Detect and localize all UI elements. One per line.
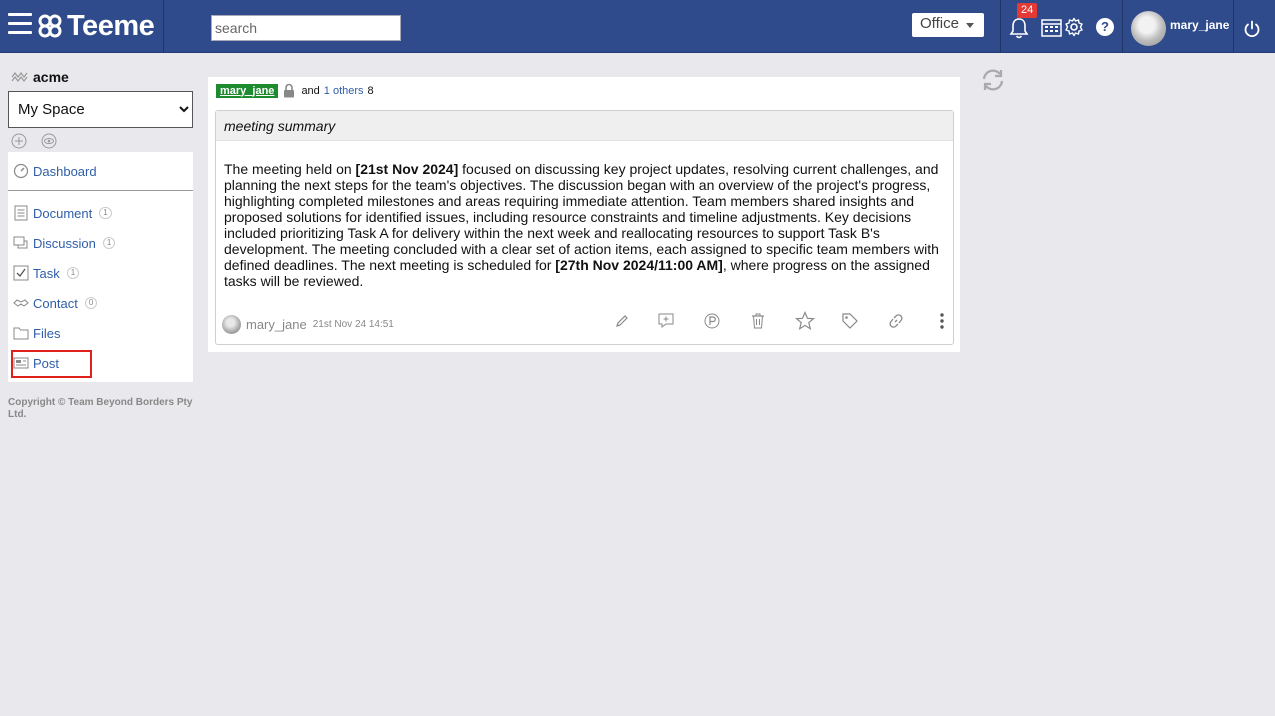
divider — [1000, 0, 1001, 53]
calendar-icon[interactable] — [1041, 17, 1062, 37]
star-icon[interactable] — [794, 309, 816, 333]
org-header: acme — [11, 69, 69, 85]
refresh-icon[interactable] — [980, 68, 1006, 92]
count-badge: 1 — [66, 267, 80, 279]
top-navbar: Teeme Office 24 ? mary_jane — [0, 0, 1275, 53]
user-tag[interactable]: mary_jane — [216, 83, 279, 98]
sidebar-item-dashboard[interactable]: Dashboard — [13, 163, 97, 179]
app-name: Teeme — [67, 9, 155, 42]
share-count: 8 — [367, 84, 374, 97]
add-space-icon[interactable] — [11, 133, 27, 154]
divider — [1233, 0, 1234, 53]
app-logo[interactable]: Teeme — [37, 8, 155, 44]
org-name: acme — [33, 69, 69, 85]
link-icon[interactable] — [885, 309, 907, 333]
others-link[interactable]: 1 others — [324, 85, 364, 97]
gear-icon[interactable] — [1064, 17, 1084, 37]
sidebar-item-label: Contact — [33, 295, 78, 311]
post-actions — [216, 309, 955, 333]
pin-icon[interactable] — [701, 309, 723, 333]
count-badge: 1 — [99, 207, 112, 219]
menu-icon[interactable] — [8, 13, 32, 35]
edit-icon[interactable] — [611, 309, 633, 333]
sidebar-item-task[interactable]: Task 1 — [13, 265, 80, 281]
post-card: mary_jane and 1 others 8 meeting summary… — [208, 77, 960, 352]
search-input[interactable] — [211, 15, 401, 41]
sidebar-item-label: Document — [33, 205, 93, 221]
post-share-row: mary_jane and 1 others 8 — [216, 83, 374, 98]
contact-icon — [13, 299, 29, 307]
task-icon — [13, 265, 29, 281]
more-icon[interactable] — [931, 309, 953, 333]
avatar[interactable] — [1131, 11, 1166, 46]
sidebar-item-label: Files — [33, 325, 61, 341]
org-icon — [11, 72, 28, 82]
office-label: Office — [920, 15, 959, 32]
divider — [1122, 0, 1123, 53]
sidebar-item-document[interactable]: Document 1 — [13, 205, 112, 221]
help-icon[interactable]: ? — [1096, 18, 1114, 36]
copyright-text: Copyright © Team Beyond Borders Pty Ltd. — [8, 397, 193, 420]
caret-down-icon — [966, 23, 974, 28]
sidebar-item-discussion[interactable]: Discussion 1 — [13, 235, 116, 251]
view-space-icon[interactable] — [41, 133, 57, 154]
bell-icon[interactable] — [1009, 17, 1029, 39]
tag-icon[interactable] — [839, 309, 861, 333]
post-highlight-box — [11, 350, 92, 378]
post-body-date: [27th Nov 2024/11:00 AM] — [555, 257, 723, 273]
divider — [163, 0, 164, 53]
post-body-date: [21st Nov 2024] — [355, 161, 459, 177]
teeme-logo-icon — [38, 14, 62, 38]
sidebar-item-label: Discussion — [33, 235, 96, 251]
and-text: and — [301, 84, 320, 97]
comment-add-icon[interactable] — [655, 309, 677, 333]
username[interactable]: mary_jane — [1170, 18, 1229, 32]
sidebar-item-label: Dashboard — [33, 163, 97, 179]
count-badge: 1 — [102, 237, 116, 249]
folder-icon — [13, 327, 29, 340]
post-body: The meeting held on [21st Nov 2024] focu… — [224, 161, 946, 289]
notification-badge: 24 — [1017, 3, 1038, 18]
count-badge: 0 — [84, 297, 98, 309]
space-select[interactable]: My Space — [8, 91, 193, 128]
document-icon — [14, 205, 28, 221]
power-icon[interactable] — [1243, 20, 1261, 38]
divider — [8, 190, 193, 191]
discussion-icon — [13, 236, 28, 249]
sidebar-nav: Dashboard Document 1 Discussion 1 Task 1… — [8, 152, 193, 382]
trash-icon[interactable] — [747, 309, 769, 333]
sidebar-item-label: Task — [33, 265, 60, 281]
lock-icon — [284, 83, 295, 98]
space-actions — [11, 133, 57, 154]
dashboard-icon — [13, 163, 29, 179]
sidebar-item-contact[interactable]: Contact 0 — [13, 295, 98, 311]
sidebar-item-files[interactable]: Files — [13, 325, 60, 341]
post-content-box: meeting summary The meeting held on [21s… — [215, 110, 954, 345]
post-title: meeting summary — [216, 111, 953, 141]
post-body-text: The meeting held on — [224, 161, 356, 177]
office-dropdown[interactable]: Office — [912, 13, 984, 37]
